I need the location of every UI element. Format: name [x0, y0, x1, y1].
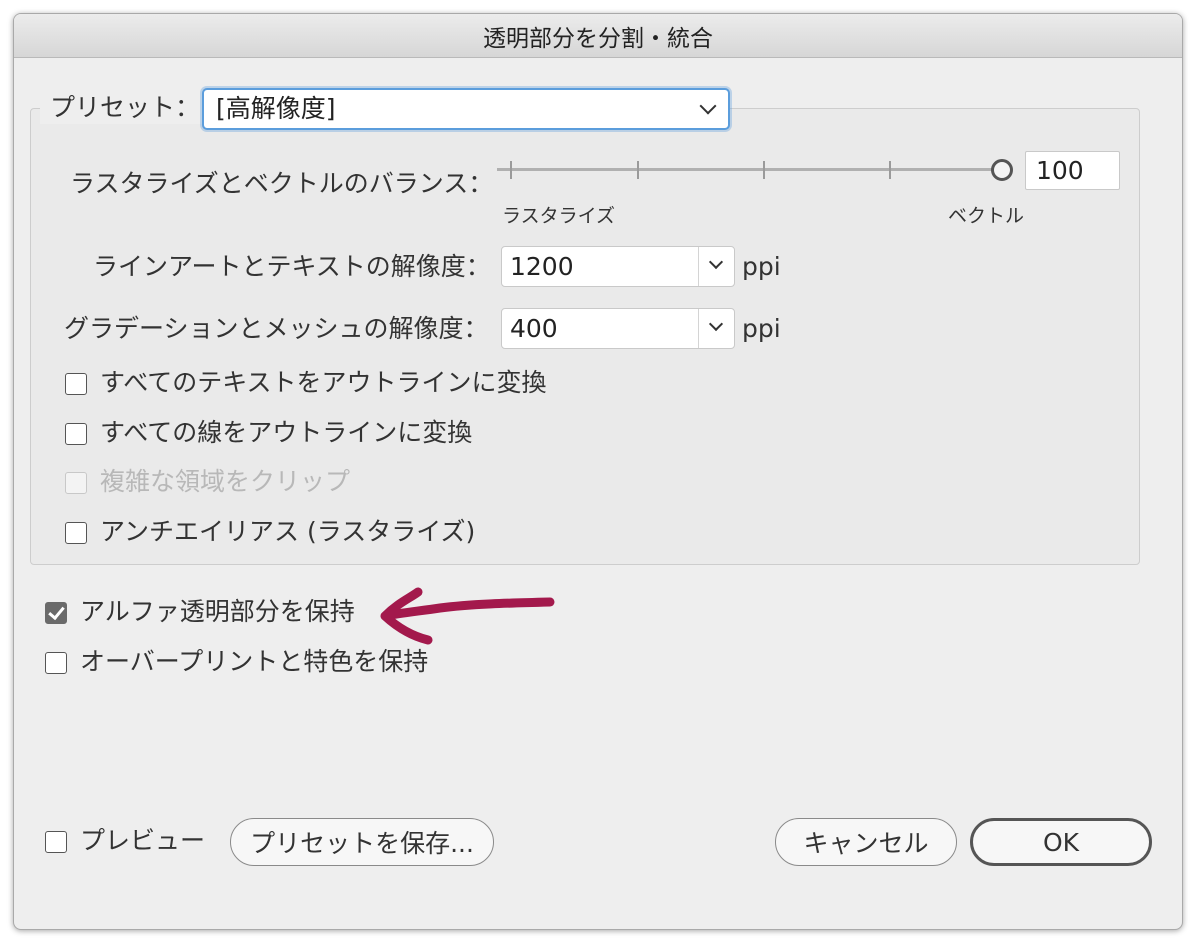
annotation-arrow-icon: [380, 587, 555, 645]
preview-checkbox[interactable]: [45, 831, 67, 853]
cancel-button[interactable]: キャンセル: [775, 818, 957, 866]
ok-button[interactable]: OK: [970, 818, 1152, 866]
preview-label: プレビュー: [80, 826, 206, 855]
save-preset-button[interactable]: プリセットを保存...: [230, 818, 494, 866]
